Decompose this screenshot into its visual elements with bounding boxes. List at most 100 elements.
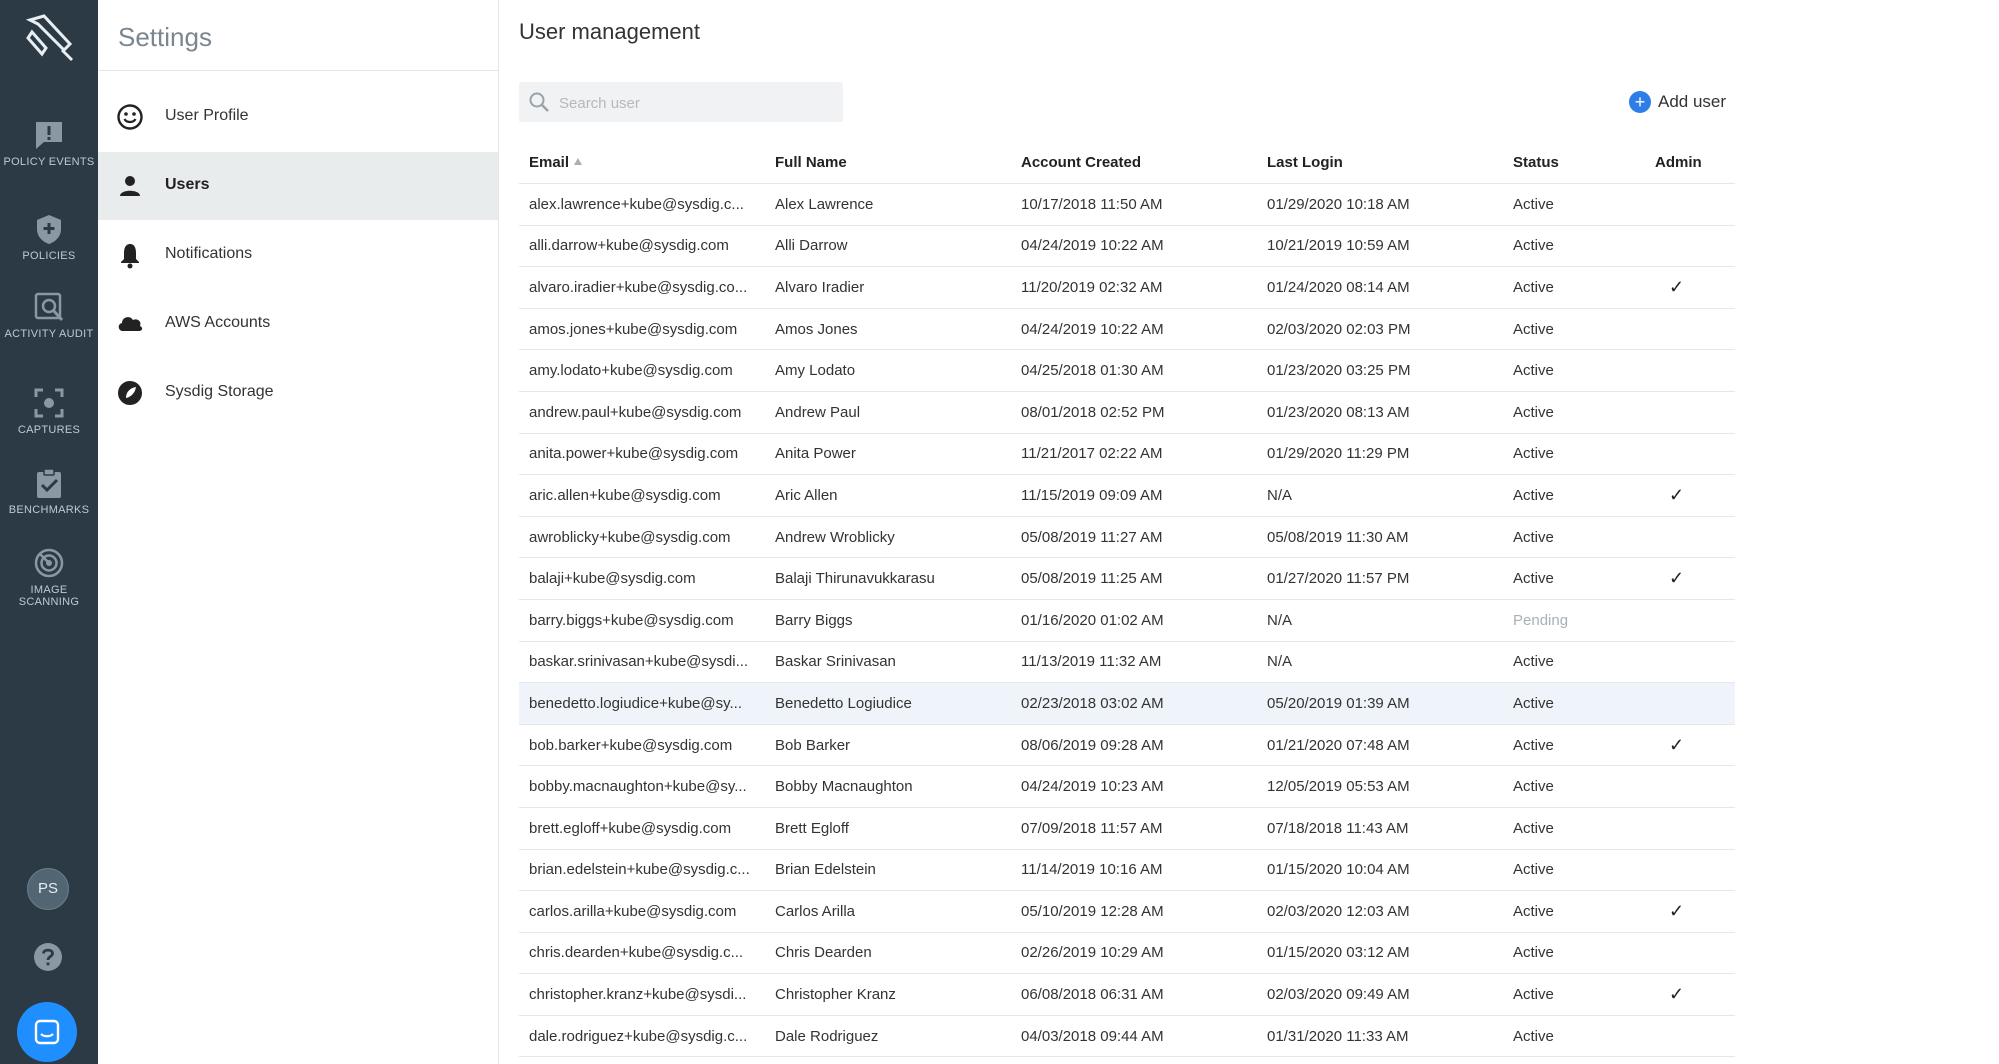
cell-status: Active xyxy=(1503,932,1645,975)
cell-account-created: 04/24/2019 10:22 AM xyxy=(1011,308,1257,351)
cell-admin xyxy=(1645,849,1735,892)
cell-full-name: Aric Allen xyxy=(765,474,1011,517)
column-header-full-name[interactable]: Full Name xyxy=(765,141,1011,184)
cell-email: dale.rodriguez+kube@sysdig.c... xyxy=(519,1015,765,1058)
cell-status: Pending xyxy=(1503,599,1645,642)
nav-item-notifications[interactable]: Notifications xyxy=(98,221,498,289)
cell-last-login: 01/23/2020 03:25 PM xyxy=(1257,349,1503,392)
cell-full-name: Alex Lawrence xyxy=(765,183,1011,226)
divider xyxy=(98,70,498,71)
bell-icon xyxy=(121,244,139,269)
table-row[interactable]: andrew.paul+kube@sysdig.com Andrew Paul 08… xyxy=(519,391,1735,434)
table-header-row: Email Full Name Account Created Last Log… xyxy=(519,141,1735,184)
cell-email: andrew.paul+kube@sysdig.com xyxy=(519,391,765,434)
cell-full-name: Balaji Thirunavukkarasu xyxy=(765,557,1011,600)
cell-status: Active xyxy=(1503,641,1645,684)
table-row[interactable]: amy.lodato+kube@sysdig.com Amy Lodato 04/2… xyxy=(519,349,1735,392)
table-row[interactable]: bob.barker+kube@sysdig.com Bob Barker 08/0… xyxy=(519,724,1735,767)
nav-item-label: Notifications xyxy=(165,245,253,262)
table-row[interactable]: anita.power+kube@sysdig.com Anita Power 11… xyxy=(519,433,1735,476)
table-row[interactable]: carlos.arilla+kube@sysdig.com Carlos Aril… xyxy=(519,890,1735,933)
cell-status: Active xyxy=(1503,266,1645,309)
rail-item-captures[interactable]: CAPTURES xyxy=(0,386,98,436)
table-row[interactable]: awroblicky+kube@sysdig.com Andrew Wroblic… xyxy=(519,516,1735,559)
cell-last-login: 01/27/2020 11:57 PM xyxy=(1257,557,1503,600)
table-row[interactable]: brett.egloff+kube@sysdig.com Brett Egloff… xyxy=(519,807,1735,850)
cloud-icon xyxy=(118,317,143,331)
column-header-account-created[interactable]: Account Created xyxy=(1011,141,1257,184)
search-box[interactable] xyxy=(519,82,843,122)
table-row[interactable]: chris.dearden+kube@sysdig.c... Chris Dear… xyxy=(519,932,1735,975)
table-row[interactable]: balaji+kube@sysdig.com Balaji Thirunavukk… xyxy=(519,557,1735,600)
cell-last-login: 02/03/2020 09:49 AM xyxy=(1257,973,1503,1016)
cell-email: aric.allen+kube@sysdig.com xyxy=(519,474,765,517)
cell-admin xyxy=(1645,932,1735,975)
cell-status: Active xyxy=(1503,807,1645,850)
cell-admin xyxy=(1645,807,1735,850)
cell-account-created: 05/08/2019 11:25 AM xyxy=(1011,557,1257,600)
activity-audit-icon xyxy=(34,292,64,322)
cell-account-created: 08/01/2018 02:52 PM xyxy=(1011,391,1257,434)
column-header-last-login[interactable]: Last Login xyxy=(1257,141,1503,184)
rail-item-policies[interactable]: POLICIES xyxy=(0,212,98,262)
cell-status: Active xyxy=(1503,183,1645,226)
cell-last-login: 01/29/2020 10:18 AM xyxy=(1257,183,1503,226)
rail-item-policy-events[interactable]: POLICY EVENTS xyxy=(0,118,98,168)
cell-email: brian.edelstein+kube@sysdig.c... xyxy=(519,849,765,892)
nav-item-sysdig-storage[interactable]: Sysdig Storage xyxy=(98,359,498,427)
column-header-admin[interactable]: Admin xyxy=(1645,141,1735,184)
users-table: Email Full Name Account Created Last Log… xyxy=(519,141,1735,1058)
cell-last-login: N/A xyxy=(1257,474,1503,517)
cell-account-created: 04/24/2019 10:23 AM xyxy=(1011,765,1257,808)
table-row[interactable]: dale.rodriguez+kube@sysdig.c... Dale Rodr… xyxy=(519,1015,1735,1058)
admin-check-icon: ✓ xyxy=(1645,973,1735,1016)
cell-admin xyxy=(1645,225,1735,268)
cell-account-created: 05/10/2019 12:28 AM xyxy=(1011,890,1257,933)
policy-events-icon xyxy=(36,122,62,149)
add-user-button[interactable]: + Add user xyxy=(1629,90,1726,114)
rail-item-activity-audit[interactable]: ACTIVITY AUDIT xyxy=(0,290,98,340)
table-row[interactable]: alli.darrow+kube@sysdig.com Alli Darrow 04… xyxy=(519,225,1735,268)
table-row[interactable]: alvaro.iradier+kube@sysdig.co... Alvaro I… xyxy=(519,266,1735,309)
column-header-status[interactable]: Status xyxy=(1503,141,1645,184)
settings-title: Settings xyxy=(118,22,212,52)
cell-account-created: 07/09/2018 11:57 AM xyxy=(1011,807,1257,850)
admin-check-icon: ✓ xyxy=(1645,557,1735,600)
benchmarks-icon xyxy=(37,468,61,498)
table-row[interactable]: baskar.srinivasan+kube@sysdi... Baskar Sr… xyxy=(519,641,1735,684)
nav-item-aws-accounts[interactable]: AWS Accounts xyxy=(98,290,498,358)
avatar[interactable]: PS xyxy=(27,868,69,910)
captures-icon xyxy=(34,388,64,418)
cell-admin xyxy=(1645,183,1735,226)
admin-check-icon: ✓ xyxy=(1645,724,1735,767)
rail-item-image-scanning[interactable]: IMAGE SCANNING xyxy=(0,546,98,608)
cell-account-created: 11/20/2019 02:32 AM xyxy=(1011,266,1257,309)
table-row[interactable]: barry.biggs+kube@sysdig.com Barry Biggs 01… xyxy=(519,599,1735,642)
rail-item-benchmarks[interactable]: BENCHMARKS xyxy=(0,466,98,516)
cell-email: alvaro.iradier+kube@sysdig.co... xyxy=(519,266,765,309)
shield-icon xyxy=(37,215,61,244)
cell-email: bob.barker+kube@sysdig.com xyxy=(519,724,765,767)
chat-launcher-button[interactable] xyxy=(17,1002,77,1062)
table-row[interactable]: brian.edelstein+kube@sysdig.c... Brian Ed… xyxy=(519,849,1735,892)
cell-admin xyxy=(1645,599,1735,642)
table-row[interactable]: christopher.kranz+kube@sysdi... Christoph… xyxy=(519,973,1735,1016)
help-icon[interactable] xyxy=(33,942,63,972)
cell-last-login: 01/31/2020 11:33 AM xyxy=(1257,1015,1503,1058)
table-row[interactable]: benedetto.logiudice+kube@sy... Benedetto … xyxy=(519,682,1735,725)
table-row[interactable]: bobby.macnaughton+kube@sy... Bobby Macnau… xyxy=(519,765,1735,808)
column-header-email[interactable]: Email xyxy=(519,141,765,184)
cell-status: Active xyxy=(1503,765,1645,808)
nav-item-users[interactable]: Users xyxy=(98,152,498,220)
nav-item-user-profile[interactable]: User Profile xyxy=(98,83,498,151)
cell-status: Active xyxy=(1503,308,1645,351)
cell-status: Active xyxy=(1503,849,1645,892)
search-input[interactable] xyxy=(557,90,831,116)
table-row[interactable]: alex.lawrence+kube@sysdig.c... Alex Lawre… xyxy=(519,183,1735,226)
cell-full-name: Dale Rodriguez xyxy=(765,1015,1011,1058)
sysdig-logo-icon[interactable] xyxy=(22,10,76,64)
table-row[interactable]: amos.jones+kube@sysdig.com Amos Jones 04/2… xyxy=(519,308,1735,351)
table-row[interactable]: aric.allen+kube@sysdig.com Aric Allen 11/1… xyxy=(519,474,1735,517)
cell-email: alex.lawrence+kube@sysdig.c... xyxy=(519,183,765,226)
cell-last-login: 10/21/2019 10:59 AM xyxy=(1257,225,1503,268)
